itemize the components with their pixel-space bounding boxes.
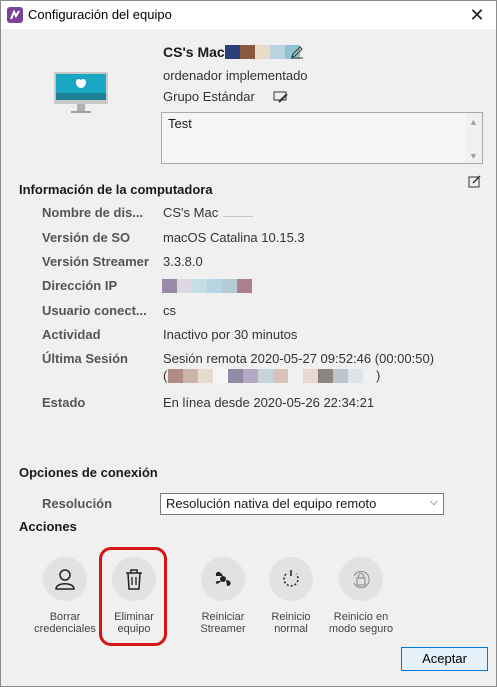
info-value-os-version: macOS Catalina 10.15.3 <box>163 230 305 245</box>
normal-restart-label: Reinicio normal <box>271 611 311 635</box>
redaction-block <box>162 279 177 293</box>
device-name-redaction-underline <box>223 216 253 217</box>
redaction-block <box>225 45 240 59</box>
redaction-block <box>243 369 258 383</box>
redaction-block <box>237 279 252 293</box>
redaction-block <box>273 369 288 383</box>
notes-scrollbar[interactable]: ▲ ▼ <box>466 113 482 163</box>
redaction-block <box>168 369 183 383</box>
info-value-activity: Inactivo por 30 minutos <box>163 327 298 342</box>
window-title: Configuración del equipo <box>28 7 172 22</box>
session-redaction <box>168 369 363 383</box>
resolution-select[interactable]: Resolución nativa del equipo remoto ⌵ <box>160 493 444 515</box>
redaction-block <box>255 45 270 59</box>
notes-text: Test <box>168 116 192 131</box>
info-section-title: Información de la computadora <box>19 182 213 197</box>
device-type: ordenador implementado <box>163 68 308 83</box>
redaction-block <box>333 369 348 383</box>
redaction-block <box>303 369 318 383</box>
info-value-last-session: Sesión remota 2020-05-27 09:52:46 (00:00… <box>163 351 435 366</box>
info-label-streamer-version: Versión Streamer <box>42 254 149 269</box>
redaction-block <box>240 45 255 59</box>
info-label-status: Estado <box>42 395 86 410</box>
redaction-block <box>223 216 253 217</box>
redaction-block <box>198 369 213 383</box>
info-value-connected-user: cs <box>163 303 176 318</box>
device-name: CS's Mac <box>163 44 225 60</box>
lock-restart-icon <box>339 557 383 601</box>
info-value-status: En línea desde 2020-05-26 22:34:21 <box>163 395 375 410</box>
connection-section-title: Opciones de conexión <box>19 465 158 480</box>
chevron-down-icon: ⌵ <box>429 496 438 508</box>
accept-button[interactable]: Aceptar <box>401 647 488 671</box>
resolution-label: Resolución <box>42 496 113 511</box>
redaction-block <box>183 369 198 383</box>
restart-icon <box>269 557 313 601</box>
edit-info-icon[interactable] <box>468 174 482 188</box>
redaction-block <box>177 279 192 293</box>
safe-mode-restart-button[interactable]: Reinicio en modo seguro <box>321 557 401 635</box>
redaction-block <box>288 369 303 383</box>
info-label-device-name: Nombre de dis... <box>42 205 144 220</box>
user-icon <box>43 557 87 601</box>
redaction-block <box>207 279 222 293</box>
scroll-down-icon[interactable]: ▼ <box>469 151 478 161</box>
redaction-block <box>258 369 273 383</box>
redaction-block <box>270 45 285 59</box>
device-group: Grupo Estándar <box>163 89 255 104</box>
info-value-device-name: CS's Mac <box>163 205 219 220</box>
session-paren-close: ) <box>376 368 381 383</box>
redaction-block <box>192 279 207 293</box>
info-label-last-session: Última Sesión <box>42 351 128 366</box>
actions-section-title: Acciones <box>19 519 77 534</box>
safe-mode-restart-label: Reinicio en modo seguro <box>328 611 394 635</box>
redaction-block <box>213 369 228 383</box>
device-settings-window: Configuración del equipo ✕ CS's Mac orde… <box>0 0 497 687</box>
imac-icon <box>53 71 109 115</box>
normal-restart-button[interactable]: Reinicio normal <box>251 557 331 635</box>
info-label-connected-user: Usuario conect... <box>42 303 147 318</box>
session-paren-open: ( <box>163 368 168 383</box>
title-bar: Configuración del equipo ✕ <box>1 1 496 29</box>
clear-credentials-button[interactable]: Borrar credenciales <box>25 557 105 635</box>
redaction-block <box>348 369 363 383</box>
info-value-streamer-version: 3.3.8.0 <box>163 254 203 269</box>
clear-credentials-label: Borrar credenciales <box>34 611 96 635</box>
redaction-block <box>318 369 333 383</box>
highlight-annotation <box>99 547 167 646</box>
device-name-redaction <box>225 45 300 59</box>
notes-textarea[interactable]: Test ▲ ▼ <box>161 112 483 164</box>
redaction-block <box>222 279 237 293</box>
edit-group-icon[interactable] <box>273 90 289 104</box>
edit-name-icon[interactable] <box>290 45 304 59</box>
redaction-block <box>228 369 243 383</box>
app-logo-icon <box>7 7 23 23</box>
info-label-activity: Actividad <box>42 327 101 342</box>
scroll-up-icon[interactable]: ▲ <box>469 117 478 127</box>
info-label-ip-address: Dirección IP <box>42 278 118 293</box>
info-label-os-version: Versión de SO <box>42 230 131 245</box>
resolution-selected-value: Resolución nativa del equipo remoto <box>166 496 377 511</box>
streamer-icon <box>201 557 245 601</box>
ip-address-redaction <box>162 279 252 293</box>
close-icon[interactable]: ✕ <box>466 4 488 26</box>
